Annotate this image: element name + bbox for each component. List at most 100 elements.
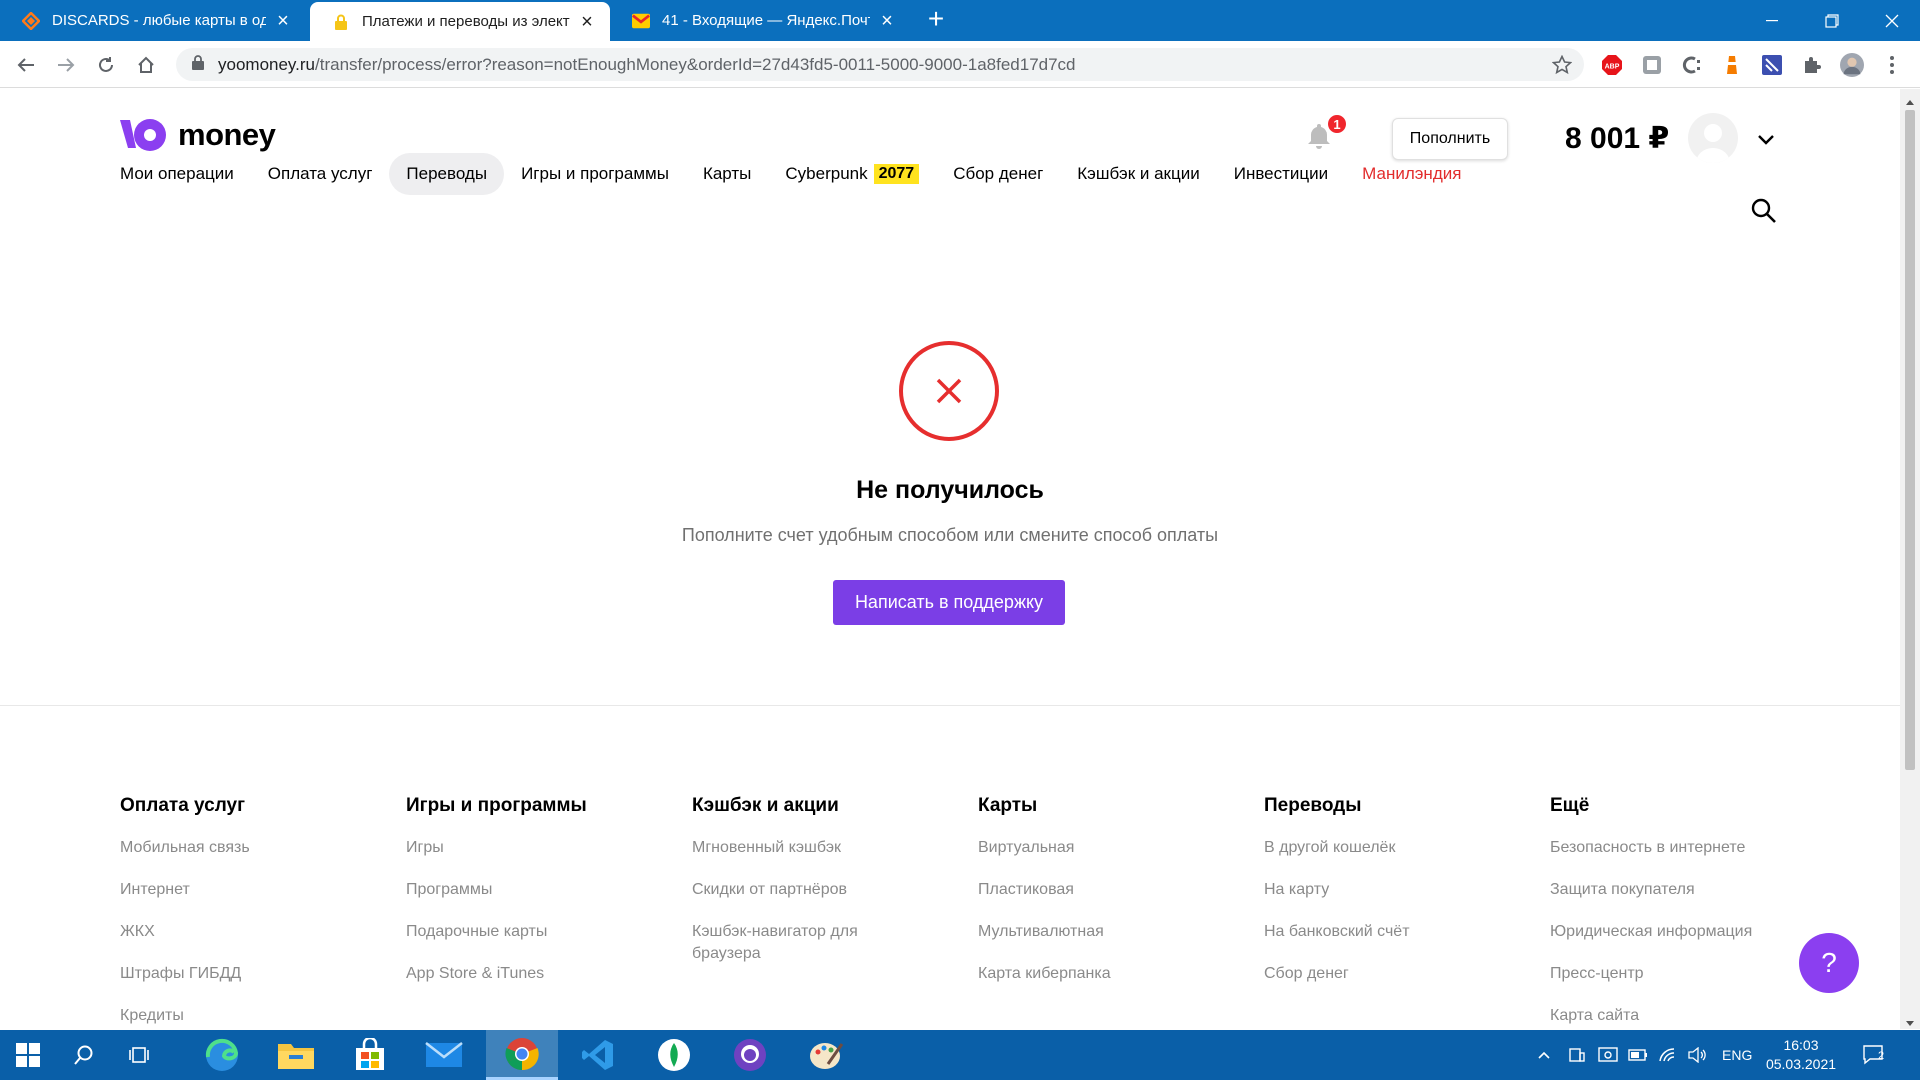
footer-link[interactable]: Игры xyxy=(406,837,666,859)
github-desktop-icon[interactable] xyxy=(714,1030,786,1080)
close-tab-icon[interactable]: × xyxy=(272,11,294,31)
footer-link[interactable]: Пластиковая xyxy=(978,879,1238,901)
footer-link[interactable]: Пресс-центр xyxy=(1550,963,1810,985)
footer-column-cards: Карты Виртуальная Пластиковая Мультивалю… xyxy=(978,795,1238,1005)
scroll-up-icon[interactable] xyxy=(1905,93,1915,111)
chrome-taskbar-icon[interactable] xyxy=(486,1030,558,1080)
extensions-puzzle-icon[interactable] xyxy=(1800,53,1824,77)
nav-item-cards[interactable]: Карты xyxy=(686,153,768,195)
taskbar-search-icon[interactable] xyxy=(56,1030,112,1080)
help-button[interactable]: ? xyxy=(1799,933,1859,993)
wifi-icon[interactable] xyxy=(1658,1030,1678,1080)
task-view-icon[interactable] xyxy=(112,1030,168,1080)
volume-icon[interactable] xyxy=(1688,1030,1708,1080)
footer-link[interactable]: Подарочные карты xyxy=(406,921,666,943)
device-tray-icon[interactable] xyxy=(1568,1030,1586,1080)
address-bar[interactable]: yoomoney.ru/transfer/process/error?reaso… xyxy=(176,48,1584,81)
show-hidden-icons-icon[interactable] xyxy=(1538,1030,1550,1080)
footer-link[interactable]: Юридическая информация xyxy=(1550,921,1810,943)
browser-toolbar: yoomoney.ru/transfer/process/error?reaso… xyxy=(0,41,1920,88)
footer-link[interactable]: Скидки от партнёров xyxy=(692,879,892,901)
extension-screenshot-icon[interactable] xyxy=(1760,53,1784,77)
back-arrow-icon[interactable] xyxy=(8,47,44,83)
nav-item-services[interactable]: Оплата услуг xyxy=(251,153,390,195)
nav-item-cashback[interactable]: Кэшбэк и акции xyxy=(1060,153,1216,195)
footer-link[interactable]: В другой кошелёк xyxy=(1264,837,1524,859)
close-window-icon[interactable] xyxy=(1862,0,1920,41)
bookmark-star-icon[interactable] xyxy=(1551,54,1573,80)
file-explorer-icon[interactable] xyxy=(260,1030,332,1080)
footer-link[interactable]: Кредиты xyxy=(120,1005,380,1027)
mail-app-icon[interactable] xyxy=(408,1030,480,1080)
language-indicator[interactable]: ENG xyxy=(1722,1030,1752,1080)
vscode-icon[interactable] xyxy=(562,1030,634,1080)
footer-column-title: Карты xyxy=(978,795,1038,816)
lock-icon[interactable] xyxy=(192,54,204,75)
microsoft-store-icon[interactable] xyxy=(334,1030,406,1080)
battery-icon[interactable] xyxy=(1628,1030,1648,1080)
extension-translate-icon[interactable] xyxy=(1640,53,1664,77)
home-icon[interactable] xyxy=(128,47,164,83)
paint-app-icon[interactable] xyxy=(790,1030,862,1080)
reload-icon[interactable] xyxy=(88,47,124,83)
extension-c-icon[interactable] xyxy=(1680,53,1704,77)
contact-support-button[interactable]: Написать в поддержку xyxy=(833,580,1065,625)
tab-discards[interactable]: DISCARDS - любые карты в одн × xyxy=(0,0,306,41)
footer-link[interactable]: Мгновенный кэшбэк xyxy=(692,837,892,859)
footer-link[interactable]: Виртуальная xyxy=(978,837,1238,859)
footer-link[interactable]: Сбор денег xyxy=(1264,963,1524,985)
browser-menu-icon[interactable] xyxy=(1880,53,1904,77)
new-tab-button[interactable]: + xyxy=(922,5,950,34)
footer-link[interactable]: Штрафы ГИБДД xyxy=(120,963,380,985)
minimize-window-icon[interactable] xyxy=(1742,0,1802,41)
footer-link[interactable]: Карта сайта xyxy=(1550,1005,1810,1027)
footer-link[interactable]: На банковский счёт xyxy=(1264,921,1524,943)
windows-start-icon[interactable] xyxy=(0,1030,56,1080)
nav-item-transfers[interactable]: Переводы xyxy=(389,153,505,195)
nav-item-investments[interactable]: Инвестиции xyxy=(1217,153,1345,195)
user-avatar-icon[interactable] xyxy=(1688,113,1738,163)
update-tray-icon[interactable] xyxy=(1598,1030,1618,1080)
footer-link[interactable]: Карта киберпанка xyxy=(978,963,1238,985)
footer-link[interactable]: Безопасность в интернете xyxy=(1550,837,1810,859)
tab-title: DISCARDS - любые карты в одн xyxy=(52,12,266,29)
footer-link[interactable]: Защита покупателя xyxy=(1550,879,1810,901)
footer-link[interactable]: Программы xyxy=(406,879,666,901)
forward-arrow-icon[interactable] xyxy=(48,47,84,83)
nav-item-moneyland[interactable]: Манилэндия xyxy=(1345,153,1478,195)
browser-tab-bar: DISCARDS - любые карты в одн × Платежи и… xyxy=(0,0,1920,41)
profile-avatar-icon[interactable] xyxy=(1840,53,1864,77)
edge-browser-icon[interactable] xyxy=(186,1030,258,1080)
mongodb-compass-icon[interactable] xyxy=(638,1030,710,1080)
cyberpunk-badge: 2077 xyxy=(873,164,920,184)
footer-link[interactable]: ЖКХ xyxy=(120,921,380,943)
footer-link[interactable]: Интернет xyxy=(120,879,380,901)
main-navigation: Мои операции Оплата услуг Переводы Игры … xyxy=(103,152,1478,196)
footer-link[interactable]: На карту xyxy=(1264,879,1524,901)
action-center-icon[interactable]: 2 xyxy=(1862,1030,1888,1080)
account-balance[interactable]: 8 001 ₽ xyxy=(1565,121,1669,156)
tab-yoomoney[interactable]: Платежи и переводы из электр × xyxy=(310,2,610,41)
url-text[interactable]: yoomoney.ru/transfer/process/error?reaso… xyxy=(218,55,1076,75)
nav-item-games[interactable]: Игры и программы xyxy=(504,153,686,195)
footer-link[interactable]: Мобильная связь xyxy=(120,837,380,859)
close-tab-icon[interactable]: × xyxy=(876,11,898,31)
footer-link[interactable]: App Store & iTunes xyxy=(406,963,666,985)
nav-item-operations[interactable]: Мои операции xyxy=(103,153,251,195)
extension-lighthouse-icon[interactable] xyxy=(1720,53,1744,77)
footer-link[interactable]: Кэшбэк-навигатор для браузера xyxy=(692,921,892,965)
search-icon[interactable] xyxy=(1750,197,1778,225)
chevron-down-icon[interactable] xyxy=(1756,129,1776,149)
footer-link[interactable]: Мультивалютная xyxy=(978,921,1238,943)
page-scrollbar[interactable] xyxy=(1900,89,1920,1029)
adblock-plus-icon[interactable]: ABP xyxy=(1600,53,1624,77)
restore-window-icon[interactable] xyxy=(1802,0,1862,41)
tab-yandex-mail[interactable]: 41 - Входящие — Яндекс.Почта × xyxy=(610,0,910,41)
nav-item-cyberpunk[interactable]: Cyberpunk 2077 xyxy=(768,153,936,195)
system-clock[interactable]: 16:03 05.03.2021 xyxy=(1756,1036,1846,1074)
close-tab-icon[interactable]: × xyxy=(576,12,598,32)
nav-item-fundraising[interactable]: Сбор денег xyxy=(936,153,1060,195)
yoomoney-logo[interactable]: money xyxy=(120,117,276,153)
scrollbar-thumb[interactable] xyxy=(1905,110,1915,770)
error-title: Не получилось xyxy=(856,476,1044,504)
